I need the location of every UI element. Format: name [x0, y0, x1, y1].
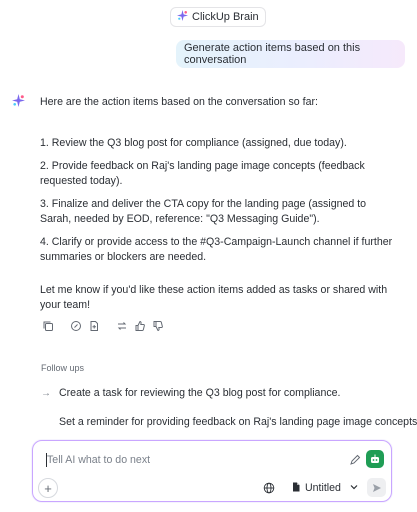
action-item: 1. Review the Q3 blog post for complianc…	[40, 137, 347, 149]
bot-icon[interactable]	[366, 450, 384, 468]
pen-icon[interactable]	[347, 452, 363, 468]
action-item: 4. Clarify or provide access to the #Q3-…	[40, 236, 393, 263]
chevron-down-icon	[349, 482, 359, 495]
regenerate-icon[interactable]	[115, 319, 129, 333]
document-label: Untitled	[305, 482, 341, 494]
prompt-composer: + Untitled	[32, 440, 392, 502]
followup-text: Set a reminder for providing feedback on…	[59, 416, 417, 428]
thumbs-up-icon[interactable]	[133, 319, 147, 333]
followup-suggestion[interactable]: Set a reminder for providing feedback on…	[41, 416, 417, 428]
action-items-list: 1. Review the Q3 blog post for complianc…	[40, 136, 400, 265]
document-icon	[291, 482, 301, 495]
user-message-bubble: Generate action items based on this conv…	[176, 40, 405, 68]
arrow-right-icon: →	[41, 387, 51, 399]
globe-icon[interactable]	[261, 480, 277, 496]
add-document-icon[interactable]	[87, 319, 101, 333]
answer-intro: Here are the action items based on the c…	[40, 96, 318, 108]
followup-text: Create a task for reviewing the Q3 blog …	[59, 387, 341, 399]
ai-avatar-icon	[12, 94, 25, 107]
send-button[interactable]	[367, 478, 386, 497]
assistant-answer: Here are the action items based on the c…	[40, 95, 400, 313]
brain-sparkle-icon	[177, 10, 188, 24]
user-message-text: Generate action items based on this conv…	[184, 42, 361, 66]
edit-circle-icon[interactable]	[69, 319, 83, 333]
add-attachment-button[interactable]: +	[38, 478, 58, 498]
brand-label: ClickUp Brain	[192, 11, 259, 23]
answer-outro: Let me know if you'd like these action i…	[40, 284, 388, 311]
prompt-input[interactable]	[47, 451, 327, 469]
message-actions	[41, 319, 165, 333]
copy-icon[interactable]	[41, 319, 55, 333]
followup-suggestion[interactable]: → Create a task for reviewing the Q3 blo…	[41, 387, 340, 399]
thumbs-down-icon[interactable]	[151, 319, 165, 333]
action-item: 2. Provide feedback on Raj's landing pag…	[40, 160, 365, 187]
action-item: 3. Finalize and deliver the CTA copy for…	[40, 198, 367, 225]
clickup-brain-chip[interactable]: ClickUp Brain	[170, 7, 266, 27]
document-selector[interactable]: Untitled	[291, 479, 359, 497]
followups-label: Follow ups	[41, 363, 85, 373]
